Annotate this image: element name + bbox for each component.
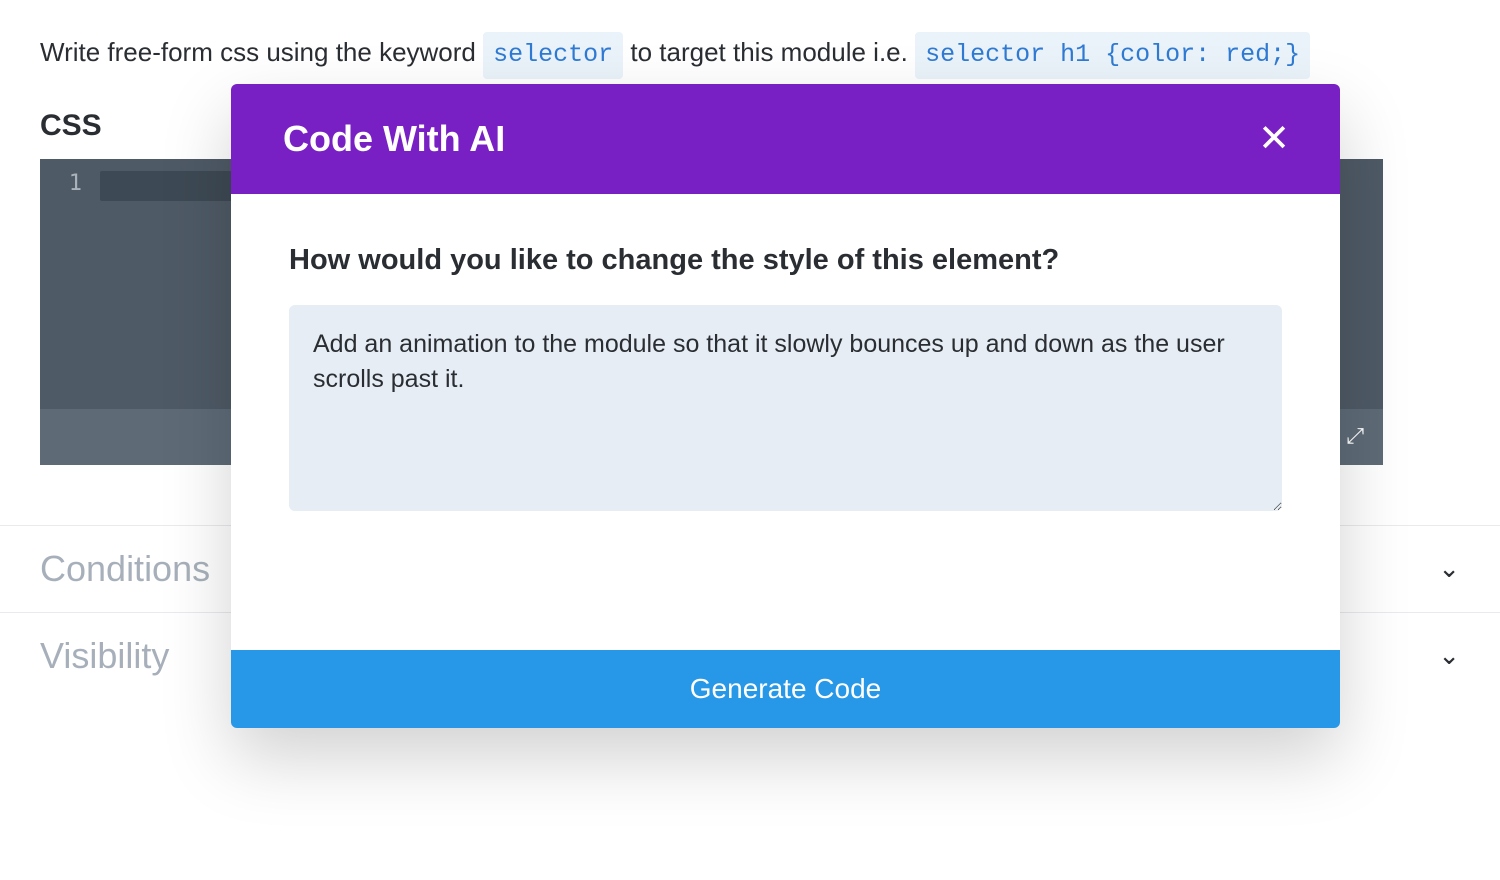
code-with-ai-modal: Code With AI ✕ How would you like to cha… (231, 84, 1340, 728)
modal-title: Code With AI (283, 118, 505, 160)
chevron-down-icon: ⌄ (1438, 553, 1460, 584)
code-pill-example: selector h1 {color: red;} (915, 32, 1310, 79)
hint-mid: to target this module i.e. (630, 37, 915, 67)
hint-prefix: Write free-form css using the keyword (40, 37, 483, 67)
accordion-label: Conditions (40, 548, 210, 590)
close-icon: ✕ (1258, 118, 1290, 160)
modal-gap (231, 540, 1340, 650)
close-button[interactable]: ✕ (1252, 114, 1296, 164)
prompt-question-label: How would you like to change the style o… (289, 244, 1282, 277)
modal-body: How would you like to change the style o… (231, 194, 1340, 540)
accordion-label: Visibility (40, 635, 169, 677)
code-pill-selector: selector (483, 32, 623, 79)
ai-prompt-input[interactable] (289, 305, 1282, 511)
line-number: 1 (40, 171, 96, 196)
expand-icon[interactable]: ⤢ (1346, 424, 1363, 449)
modal-header: Code With AI ✕ (231, 84, 1340, 194)
generate-code-button[interactable]: Generate Code (231, 650, 1340, 728)
css-hint-text: Write free-form css using the keyword se… (40, 30, 1460, 79)
chevron-down-icon: ⌄ (1438, 640, 1460, 671)
editor-gutter: 1 (40, 159, 96, 409)
